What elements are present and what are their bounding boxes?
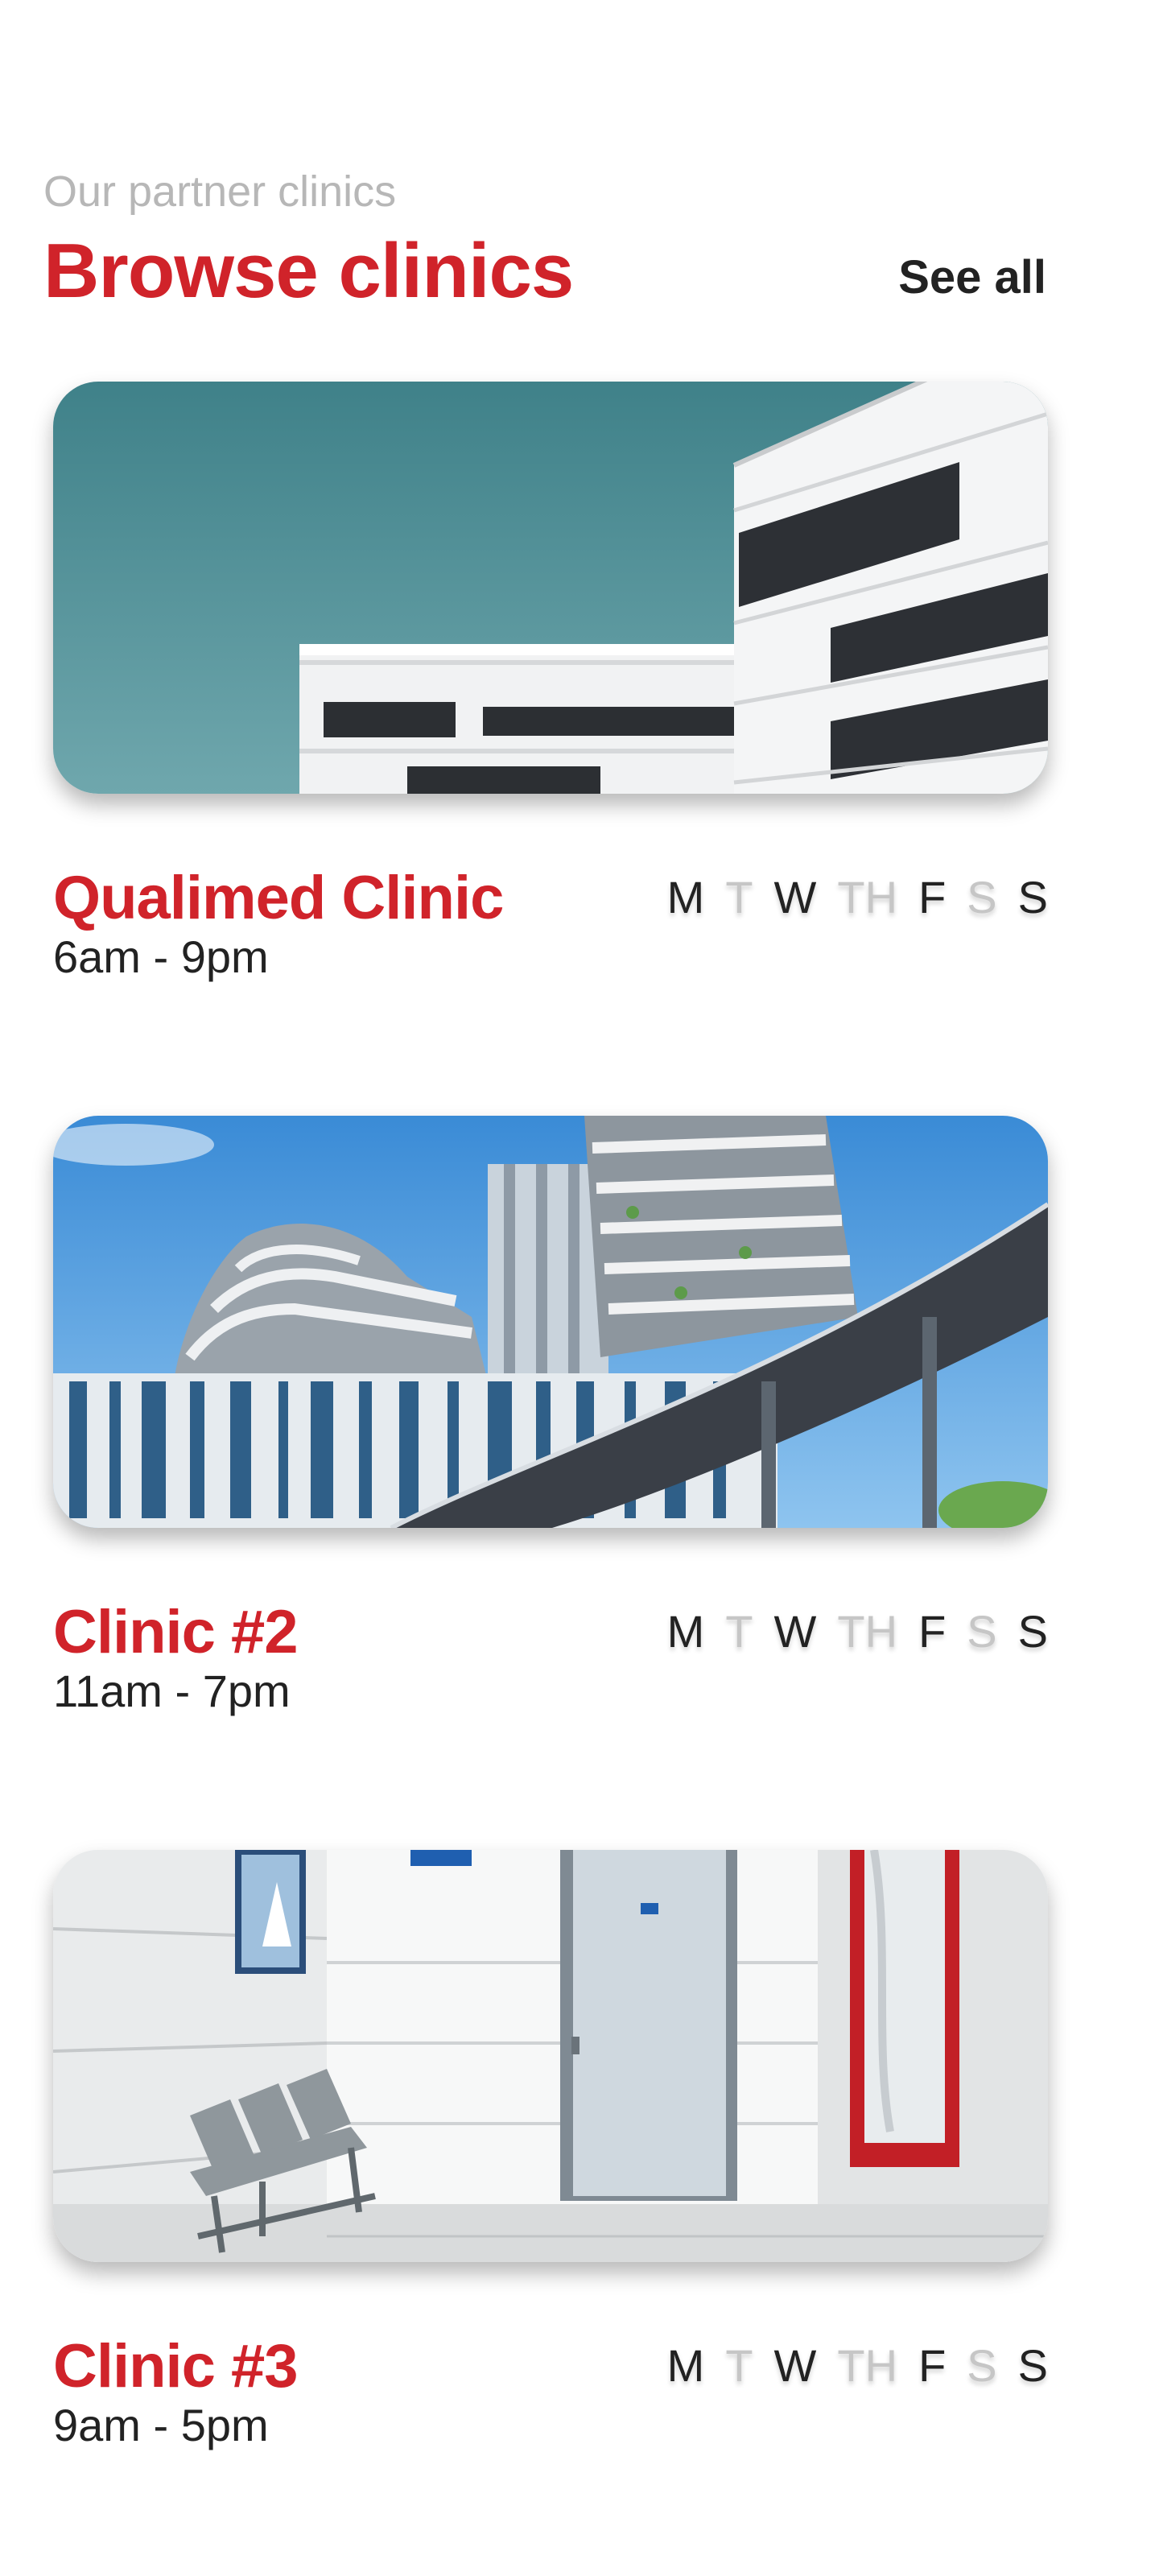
curved-towers-photo-icon (53, 1116, 1048, 1528)
day-indicator: S (1017, 872, 1048, 923)
day-indicator: F (918, 1606, 947, 1657)
day-indicator: S (967, 1606, 997, 1657)
clinic-photo[interactable] (53, 1116, 1048, 1528)
clinic-name[interactable]: Qualimed Clinic (53, 863, 504, 934)
clinic-hours: 6am - 9pm (53, 931, 269, 982)
day-indicator: M (666, 2340, 705, 2391)
open-days: M T W TH F S S (667, 1605, 1048, 1658)
clinic-card[interactable]: Clinic #2 11am - 7pm M T W TH F S S (53, 1116, 1048, 1736)
clinic-card[interactable]: Clinic #3 9am - 5pm M T W TH F S S (53, 1850, 1048, 2470)
open-days: M T W TH F S S (667, 2339, 1048, 2392)
clinic-hours: 9am - 5pm (53, 2400, 269, 2450)
day-indicator: M (666, 872, 705, 923)
day-indicator: T (725, 2340, 753, 2391)
day-indicator: F (918, 872, 947, 923)
clinic-photo[interactable] (53, 382, 1048, 794)
browse-clinics-page: Our partner clinics Browse clinics See a… (0, 0, 1159, 2576)
clinic-hours: 11am - 7pm (53, 1666, 291, 1716)
day-indicator: W (773, 2340, 817, 2391)
day-indicator: TH (837, 872, 898, 923)
open-days: M T W TH F S S (667, 871, 1048, 924)
section-header: Our partner clinics Browse clinics See a… (43, 166, 1046, 319)
day-indicator: T (725, 872, 753, 923)
clinic-photo[interactable] (53, 1850, 1048, 2262)
day-indicator: W (773, 1606, 817, 1657)
day-indicator: S (1017, 2340, 1048, 2391)
day-indicator: M (666, 1606, 705, 1657)
day-indicator: S (967, 872, 997, 923)
day-indicator: F (918, 2340, 947, 2391)
clinic-card[interactable]: Qualimed Clinic 6am - 9pm M T W TH F S S (53, 382, 1048, 1001)
modern-building-photo-icon (53, 382, 1048, 794)
day-indicator: TH (837, 1606, 898, 1657)
section-eyebrow: Our partner clinics (43, 167, 397, 216)
day-indicator: TH (837, 2340, 898, 2391)
waiting-room-photo-icon (53, 1850, 1048, 2262)
day-indicator: S (1017, 1606, 1048, 1657)
day-indicator: W (773, 872, 817, 923)
page-title: Browse clinics (43, 228, 574, 314)
clinic-name[interactable]: Clinic #3 (53, 2331, 299, 2402)
clinic-name[interactable]: Clinic #2 (53, 1597, 299, 1668)
see-all-link[interactable]: See all (898, 250, 1046, 306)
day-indicator: T (725, 1606, 753, 1657)
day-indicator: S (967, 2340, 997, 2391)
